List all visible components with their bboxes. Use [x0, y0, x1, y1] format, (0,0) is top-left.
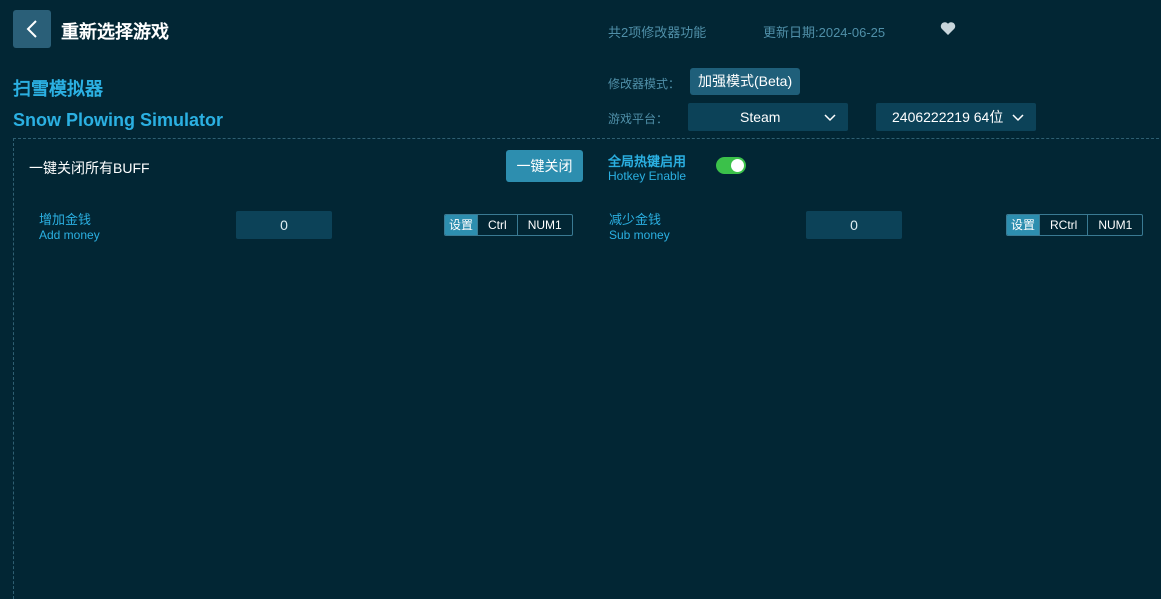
favorite-button[interactable] [940, 21, 956, 41]
hotkey-key[interactable]: NUM1 [516, 215, 572, 235]
add-money-hotkey: 设置 Ctrl NUM1 [444, 214, 573, 236]
features-panel [13, 138, 1161, 599]
feature-count: 共2项修改器功能 [608, 25, 707, 40]
mode-badge[interactable]: 加强模式(Beta) [690, 68, 801, 95]
hotkey-set-button[interactable]: 设置 [445, 215, 478, 235]
hotkey-key[interactable]: NUM1 [1087, 215, 1142, 235]
feature-name-cn: 增加金钱 [39, 212, 92, 227]
game-title-en: Snow Plowing Simulator [13, 110, 224, 130]
hotkey-toggle[interactable] [716, 157, 746, 174]
hotkey-key[interactable]: Ctrl [477, 215, 517, 235]
update-date: 更新日期:2024-06-25 [763, 25, 886, 40]
close-all-button[interactable]: 一键关闭 [506, 150, 583, 182]
platform-label: 游戏平台： [608, 112, 669, 126]
version-select[interactable]: 2406222219 64位 [876, 103, 1036, 131]
chevron-down-icon [824, 114, 836, 122]
add-money-input[interactable] [236, 211, 332, 239]
feature-name-en: Sub money [609, 228, 670, 242]
heart-icon [940, 22, 956, 35]
hotkey-label-en: Hotkey Enable [608, 169, 687, 183]
version-value: 2406222219 64位 [892, 109, 1004, 125]
close-all-buff-label: 一键关闭所有BUFF [29, 160, 150, 176]
feature-name-en: Add money [39, 228, 100, 242]
sub-money-input[interactable] [806, 211, 902, 239]
chevron-left-icon [26, 20, 37, 38]
game-title-cn: 扫雪模拟器 [13, 79, 103, 99]
chevron-down-icon [1012, 114, 1024, 122]
feature-name-cn: 减少金钱 [609, 212, 662, 227]
hotkey-key[interactable]: RCtrl [1039, 215, 1087, 235]
back-button[interactable] [13, 10, 51, 48]
platform-value: Steam [740, 109, 781, 125]
hotkey-label-cn: 全局热键启用 [608, 154, 687, 169]
page-title: 重新选择游戏 [61, 22, 169, 42]
platform-select[interactable]: Steam [688, 103, 848, 131]
hotkey-set-button[interactable]: 设置 [1007, 215, 1040, 235]
toggle-knob [731, 159, 744, 172]
mode-label: 修改器模式： [608, 77, 681, 91]
sub-money-hotkey: 设置 RCtrl NUM1 [1006, 214, 1144, 236]
